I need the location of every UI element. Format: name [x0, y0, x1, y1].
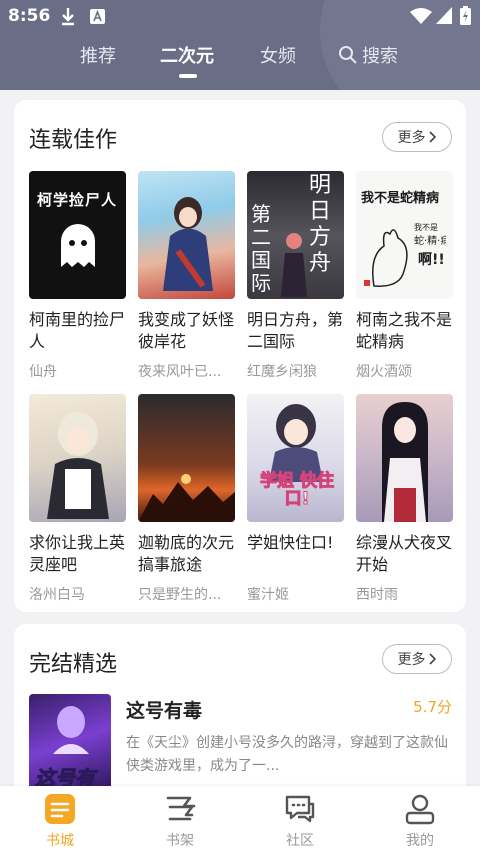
cover-title: 柯学捡尸人 [37, 191, 118, 209]
serial-section-title: 连载佳作 [29, 128, 118, 153]
status-bar: 8:56 [0, 0, 480, 34]
book-cover: 学姐 快住口! [247, 394, 344, 522]
cover-title: 学姐 快住口! [260, 471, 335, 509]
book-title: 我变成了妖怪彼岸花 [138, 310, 235, 351]
book-cover: 柯学捡尸人 [29, 171, 126, 299]
book-title: 明日方舟，第二国际 [247, 310, 344, 351]
finished-book-score: 5.7分 [413, 698, 452, 716]
tab-search[interactable]: 搜索 [338, 42, 398, 68]
book-card[interactable]: 明日方舟 第二国际 明日方舟，第二国际 红魔乡闲狼 [247, 171, 344, 381]
finished-section-title: 完结精选 [29, 652, 118, 677]
book-title: 柯南里的捡尸人 [29, 310, 126, 351]
book-card[interactable]: 我不是蛇精病 我不是蛇·精·病啊!! 柯南之我不是蛇精病 烟火酒颂 [356, 171, 453, 381]
status-time: 8:56 [8, 6, 51, 26]
book-title: 柯南之我不是蛇精病 [356, 310, 453, 351]
nav-bookshelf-label: 书架 [166, 833, 194, 849]
book-author: 仙舟 [29, 364, 57, 380]
bookstore-icon [20, 792, 100, 826]
book-card[interactable]: 学姐 快住口! 学姐快住口! 蜜汁姬 [247, 394, 344, 604]
book-card[interactable]: 迦勒底的次元搞事旅途 只是野生的... [138, 394, 235, 604]
nav-profile[interactable]: 我的 [380, 792, 460, 850]
book-card[interactable]: 求你让我上英灵座吧 洛州白马 [29, 394, 126, 604]
finished-book-title[interactable]: 这号有毒 [126, 696, 202, 723]
book-title: 求你让我上英灵座吧 [29, 533, 126, 574]
serial-more-button[interactable]: 更多 [382, 122, 452, 152]
bookshelf-icon [140, 792, 220, 826]
bottom-navigation: 书城 书架 社区 我的 [0, 786, 480, 853]
book-cover [138, 394, 235, 522]
app-notification-icon [90, 9, 105, 28]
cover-title-1: 明日方舟 [309, 173, 332, 276]
search-icon [339, 46, 357, 64]
tab-recommend[interactable]: 推荐 [80, 42, 116, 68]
book-author: 洛州白马 [29, 587, 85, 603]
book-cover: 我不是蛇精病 我不是蛇·精·病啊!! [356, 171, 453, 299]
book-author: 烟火酒颂 [356, 364, 412, 380]
chevron-right-icon [428, 131, 436, 143]
book-card[interactable]: 柯学捡尸人 柯南里的捡尸人 仙舟 [29, 171, 126, 381]
chevron-right-icon [428, 653, 436, 665]
community-icon [260, 792, 340, 826]
book-cover: 明日方舟 第二国际 [247, 171, 344, 299]
svg-text:我不是: 我不是 [414, 222, 438, 232]
nav-bookstore[interactable]: 书城 [20, 792, 100, 850]
book-cover [29, 394, 126, 522]
tab-indicator [179, 74, 197, 78]
book-card[interactable]: 我变成了妖怪彼岸花 夜来风叶已... [138, 171, 235, 381]
category-tabs: 推荐 二次元 女频 搜索 [0, 40, 480, 80]
book-cover [356, 394, 453, 522]
top-header: 8:56 推荐 二次元 女频 搜索 [0, 0, 480, 90]
wifi-icon [410, 8, 432, 28]
nav-community-label: 社区 [286, 833, 314, 849]
download-icon [60, 6, 76, 30]
finished-more-button[interactable]: 更多 [382, 644, 452, 674]
book-author: 红魔乡闲狼 [247, 364, 317, 380]
nav-community[interactable]: 社区 [260, 792, 340, 850]
book-title: 学姐快住口! [247, 533, 334, 552]
finished-book-description: 在《天尘》创建小号没多久的路浔，穿越到了这款仙侠类游戏里，成为了一... [126, 735, 448, 774]
battery-icon [460, 6, 471, 29]
book-author: 西时雨 [356, 587, 398, 603]
cover-title-2: 第二国际 [251, 202, 271, 295]
nav-profile-label: 我的 [406, 833, 434, 849]
serial-more-label: 更多 [397, 130, 426, 146]
cover-title: 我不是蛇精病 [361, 191, 440, 206]
tab-female[interactable]: 女频 [260, 42, 296, 68]
profile-icon [380, 792, 460, 826]
book-card[interactable]: 综漫从犬夜叉开始 西时雨 [356, 394, 453, 604]
signal-icon [436, 7, 452, 28]
book-author: 只是野生的... [138, 587, 222, 603]
svg-text:蛇·精·病: 蛇·精·病 [414, 234, 446, 247]
book-cover [138, 171, 235, 299]
book-title: 迦勒底的次元搞事旅途 [138, 533, 235, 574]
nav-bookshelf[interactable]: 书架 [140, 792, 220, 850]
book-title: 综漫从犬夜叉开始 [356, 533, 453, 574]
tab-search-label: 搜索 [362, 46, 398, 67]
finished-more-label: 更多 [397, 652, 426, 668]
nav-bookstore-label: 书城 [46, 833, 74, 849]
svg-text:啊!!: 啊!! [418, 252, 445, 268]
serial-section: 连载佳作 更多 柯学捡尸人 柯南里的捡尸人 仙舟 我变成了妖怪彼岸花 夜来风叶已… [14, 100, 466, 612]
book-author: 蜜汁姬 [247, 587, 289, 603]
tab-anime[interactable]: 二次元 [160, 42, 214, 68]
book-author: 夜来风叶已... [138, 364, 222, 380]
